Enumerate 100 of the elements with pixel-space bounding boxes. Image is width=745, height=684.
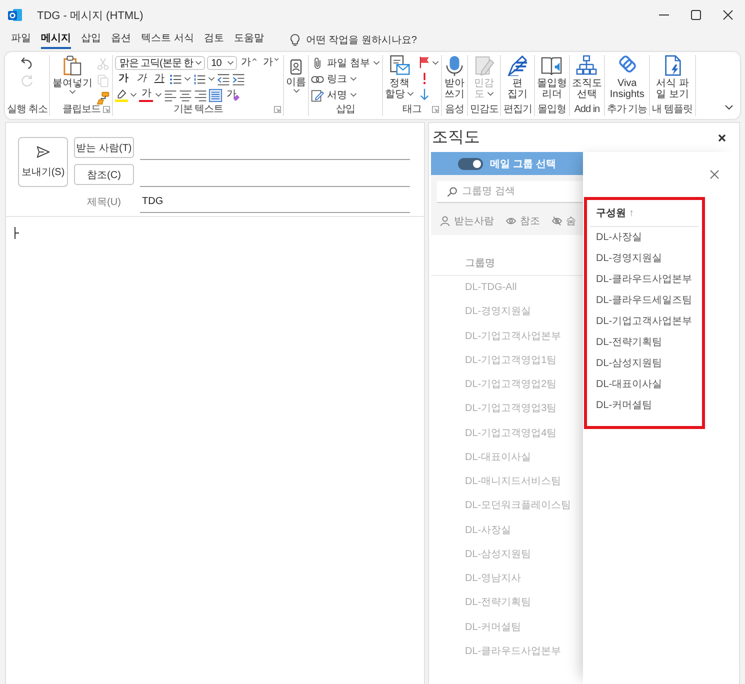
close-icon[interactable]: [718, 134, 726, 142]
underline-button[interactable]: 가: [151, 72, 168, 86]
subject-label: 제목(U): [87, 196, 121, 209]
dictate-button[interactable]: 받아 쓰기: [444, 55, 465, 100]
microphone-icon: [444, 55, 465, 76]
group-search-field[interactable]: 그룹명 검색: [437, 181, 583, 203]
eye-icon: [506, 216, 516, 226]
dialog-launcher-icon[interactable]: [103, 106, 110, 113]
toggle-label: 메일 그룹 선택: [490, 158, 556, 170]
member-list-item[interactable]: DL-클라우드사업본부: [596, 269, 692, 290]
paste-button[interactable]: 붙여넣기: [52, 55, 92, 94]
caret-icon[interactable]: [155, 93, 162, 97]
column-header: 구성원: [596, 207, 626, 220]
caret-icon: [372, 61, 380, 65]
bullet-list-icon[interactable]: [169, 72, 182, 86]
highlighter-icon[interactable]: [115, 88, 128, 102]
group-label: 음성: [444, 103, 464, 116]
close-icon[interactable]: [710, 170, 719, 179]
attach-file-button[interactable]: 파일 첨부: [311, 55, 380, 71]
pen-icon: [507, 55, 528, 76]
person-icon: [440, 216, 450, 226]
menu-tab[interactable]: 메시지: [41, 31, 71, 49]
caret-icon[interactable]: [130, 93, 138, 97]
dialog-launcher-icon[interactable]: [432, 106, 439, 113]
undo-icon[interactable]: [20, 56, 34, 70]
names-button[interactable]: 이름: [286, 55, 306, 93]
caret-icon: [195, 61, 202, 65]
link-button[interactable]: 링크: [311, 71, 358, 87]
caret-icon: [292, 89, 300, 93]
font-size-dropdown[interactable]: 10: [207, 56, 238, 70]
increase-indent-icon[interactable]: [232, 72, 246, 86]
member-list-item[interactable]: DL-클라우드세일즈팀: [596, 290, 692, 311]
toggle-switch[interactable]: [458, 158, 484, 170]
group-label: 몰입형: [538, 103, 566, 116]
menu-tab[interactable]: 파일: [11, 31, 31, 49]
dialog-launcher-icon[interactable]: [274, 106, 282, 113]
clipboard-icon: [62, 55, 83, 76]
paintbrush-icon[interactable]: [96, 91, 110, 105]
italic-button[interactable]: 가: [133, 72, 150, 86]
viva-insights-button[interactable]: Viva Insights: [610, 55, 644, 100]
collapse-ribbon-icon[interactable]: [725, 105, 733, 110]
flag-icon[interactable]: [418, 56, 431, 69]
pane-title: 조직도: [432, 128, 480, 148]
to-button[interactable]: 받는 사람(T): [74, 137, 134, 158]
address-book-icon: [288, 58, 304, 76]
align-left-icon[interactable]: [164, 88, 178, 102]
group-label: 기본 텍스트: [173, 103, 224, 116]
send-icon: [36, 145, 50, 159]
caret-down-icon: [274, 58, 280, 61]
member-list-item[interactable]: DL-사장실: [596, 227, 642, 248]
assign-policy-button[interactable]: 정책 할당: [384, 55, 414, 100]
member-list-item[interactable]: DL-삼성지원팀: [596, 353, 662, 374]
numbered-list-icon[interactable]: [193, 72, 206, 86]
member-list-item[interactable]: DL-기업고객사업본부: [596, 311, 692, 332]
caret-icon: [227, 61, 234, 65]
caret-icon[interactable]: [208, 77, 216, 81]
font-color-button[interactable]: 가: [139, 88, 154, 102]
align-center-icon[interactable]: [179, 88, 192, 102]
cc-button[interactable]: 참조(C): [74, 164, 134, 185]
font-name-dropdown[interactable]: 맑은 고딕(본문 한: [115, 56, 206, 70]
member-list-item[interactable]: DL-경영지원실: [596, 248, 662, 269]
justify-icon[interactable]: [209, 88, 222, 102]
caret-icon[interactable]: [432, 60, 439, 64]
subject-field[interactable]: TDG: [140, 191, 410, 213]
window-title: TDG - 메시지 (HTML): [37, 8, 144, 22]
down-arrow-icon[interactable]: [418, 88, 431, 101]
group-label: 민감도: [470, 103, 498, 116]
caret-icon: [350, 93, 358, 97]
caret-up-icon: [252, 58, 258, 61]
clear-formatting-button[interactable]: 가: [224, 88, 242, 102]
view-templates-button[interactable]: 서식 파 일 보기: [656, 55, 689, 100]
grow-font-button[interactable]: 가: [239, 56, 260, 70]
maximize-icon[interactable]: [691, 10, 701, 20]
menu-tab[interactable]: 옵션: [111, 31, 131, 49]
send-button[interactable]: 보내기(S): [18, 137, 68, 187]
menu-tab[interactable]: 삽입: [81, 31, 101, 49]
menu-tab[interactable]: 도움말: [234, 31, 264, 49]
shrink-font-button[interactable]: 가: [261, 56, 282, 70]
align-right-icon[interactable]: [194, 88, 208, 102]
menu-tab[interactable]: 검토: [204, 31, 224, 49]
member-list-item[interactable]: DL-커머셜팀: [596, 395, 652, 416]
group-label: 내 템플릿: [652, 103, 693, 116]
org-chart-button[interactable]: 조직도 선택: [572, 55, 602, 100]
caret-icon[interactable]: [184, 77, 192, 81]
close-icon[interactable]: [723, 10, 733, 20]
member-list-item[interactable]: DL-전략기획팀: [596, 332, 662, 353]
caret-icon: [350, 77, 358, 81]
immersive-reader-button[interactable]: 몰입형 리더: [536, 55, 567, 100]
group-label: 추가 기능: [606, 103, 648, 116]
text-cursor-icon: [14, 227, 20, 239]
menu-tab[interactable]: 텍스트 서식: [141, 31, 194, 49]
editor-button[interactable]: 편 집기: [507, 55, 528, 100]
signature-button[interactable]: 서명: [311, 87, 358, 103]
group-label: 실행 취소: [7, 103, 48, 116]
mail-app-icon: [8, 8, 22, 22]
member-list-item[interactable]: DL-대표이사실: [596, 374, 662, 395]
decrease-indent-icon[interactable]: [217, 72, 230, 86]
search-icon: [447, 187, 457, 197]
bold-button[interactable]: 가: [115, 72, 132, 86]
tell-me-field[interactable]: 어떤 작업을 원하시나요?: [306, 34, 446, 46]
